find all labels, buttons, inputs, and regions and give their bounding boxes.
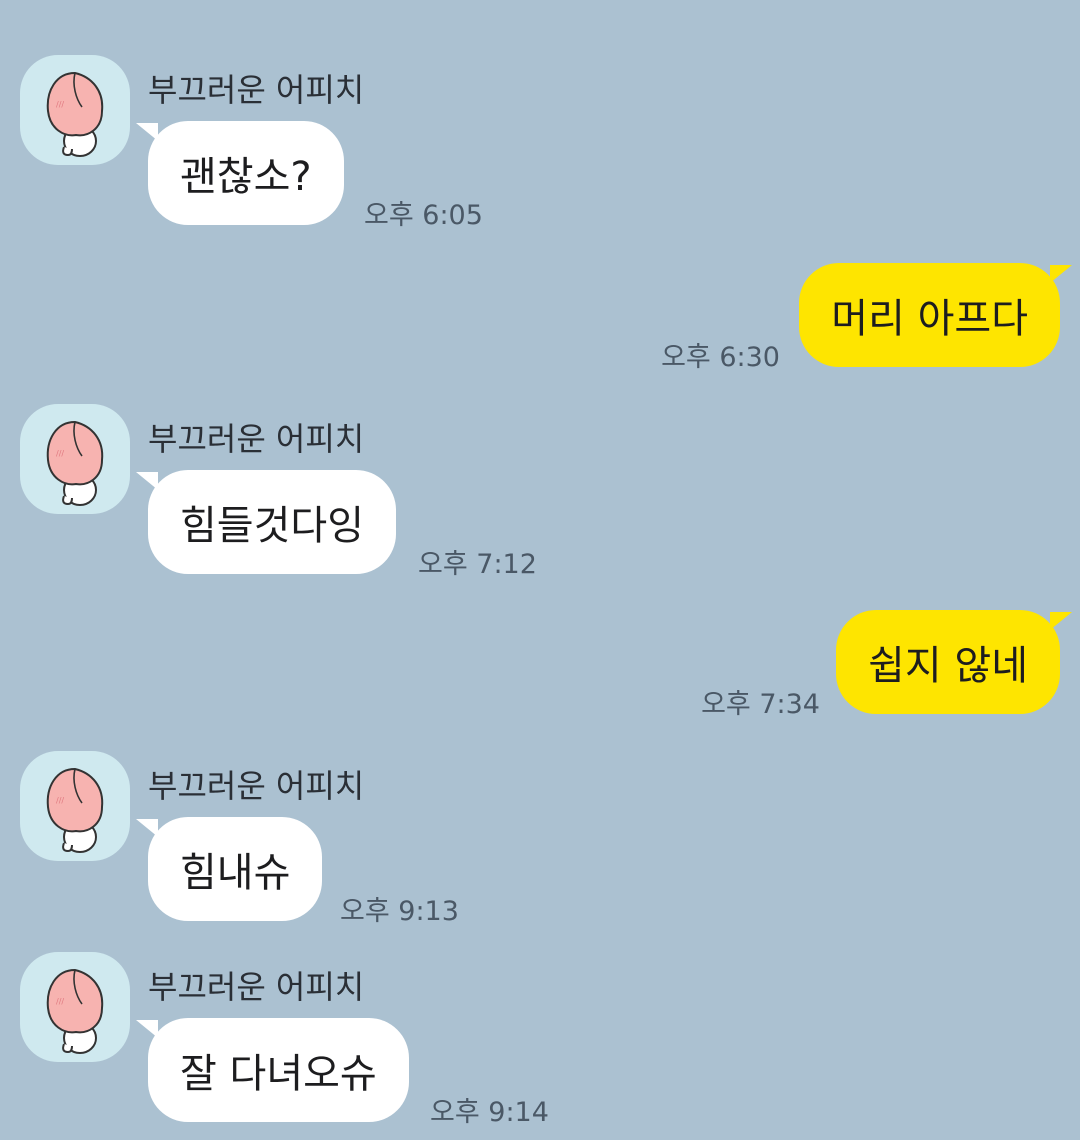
message-bubble[interactable]: 괜찮소?	[136, 121, 344, 225]
svg-text:///: ///	[56, 100, 64, 109]
message-bubble[interactable]: 쉽지 않네	[836, 610, 1072, 714]
sender-name: 부끄러운 어피치	[148, 71, 365, 109]
sender-name: 부끄러운 어피치	[148, 968, 365, 1006]
chat-area[interactable]: /// 부끄러운 어피치 괜찮소? 오후 6:05 머리 아프다 오후 6:30…	[0, 0, 1080, 1140]
message-time: 오후 6:05	[364, 200, 483, 231]
incoming-message: /// 부끄러운 어피치 힘들것다잉 오후 7:12	[20, 404, 920, 584]
sender-name: 부끄러운 어피치	[148, 767, 365, 805]
outgoing-message: 쉽지 않네 오후 7:34	[160, 610, 1072, 720]
message-bubble[interactable]: 잘 다녀오슈	[136, 1018, 409, 1122]
svg-text:///: ///	[56, 449, 64, 458]
incoming-message: /// 부끄러운 어피치 힘내슈 오후 9:13	[20, 751, 920, 931]
incoming-message: /// 부끄러운 어피치 괜찮소? 오후 6:05	[20, 55, 920, 235]
peach-avatar-icon[interactable]: ///	[20, 952, 130, 1062]
message-bubble[interactable]: 힘내슈	[135, 817, 323, 921]
message-time: 오후 9:14	[430, 1097, 549, 1128]
message-time: 오후 7:12	[418, 549, 537, 580]
peach-avatar-icon[interactable]: ///	[20, 751, 130, 861]
message-time: 오후 6:30	[661, 342, 780, 373]
outgoing-message: 머리 아프다 오후 6:30	[160, 263, 1072, 373]
message-time: 오후 9:13	[340, 896, 459, 927]
peach-avatar-icon[interactable]: ///	[20, 55, 130, 165]
svg-text:///: ///	[56, 997, 64, 1006]
sender-name: 부끄러운 어피치	[148, 420, 365, 458]
message-time: 오후 7:34	[701, 689, 820, 720]
svg-text:///: ///	[56, 796, 64, 805]
peach-avatar-icon[interactable]: ///	[20, 404, 130, 514]
incoming-message: /// 부끄러운 어피치 잘 다녀오슈 오후 9:14	[20, 952, 920, 1132]
message-bubble[interactable]: 힘들것다잉	[136, 470, 396, 574]
message-bubble[interactable]: 머리 아프다	[799, 263, 1072, 367]
